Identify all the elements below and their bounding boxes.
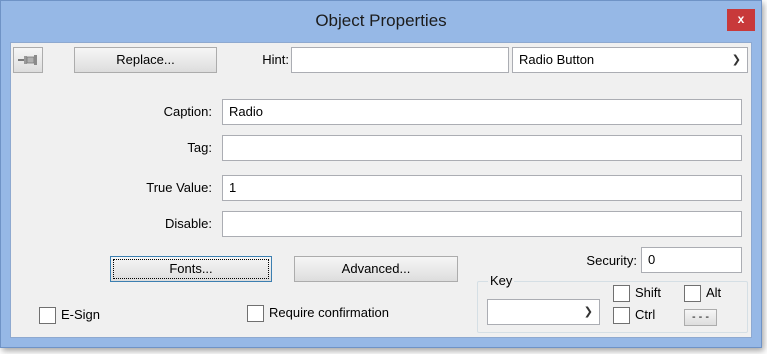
replace-button[interactable]: Replace... (74, 47, 217, 73)
key-select[interactable]: ❯ (487, 299, 600, 325)
disable-input[interactable] (222, 211, 742, 237)
caption-label: Caption: (163, 104, 212, 119)
ctrl-label: Ctrl (635, 307, 656, 322)
security-label: Security: (586, 253, 637, 268)
advanced-button[interactable]: Advanced... (294, 256, 458, 282)
close-button[interactable]: x (727, 9, 755, 31)
tag-input[interactable] (222, 135, 742, 161)
object-type-value: Radio Button (519, 52, 595, 67)
ctrl-checkbox[interactable] (613, 307, 630, 324)
shift-checkbox[interactable] (613, 285, 630, 302)
require-confirmation-checkbox[interactable] (247, 305, 264, 322)
esign-checkbox[interactable] (39, 307, 56, 324)
disable-label: Disable: (165, 216, 212, 231)
pushpin-icon (18, 55, 37, 65)
object-type-select[interactable]: Radio Button ❯ (512, 47, 748, 73)
true-value-input[interactable]: 1 (222, 175, 742, 201)
window-title: Object Properties (315, 11, 447, 30)
alt-label: Alt (706, 285, 722, 300)
object-properties-window: Object Properties x Replace... Hint: Rad… (0, 0, 762, 348)
esign-label: E-Sign (61, 307, 101, 322)
shift-label: Shift (635, 285, 662, 300)
chevron-down-icon: ❯ (731, 54, 741, 66)
fonts-button-label: Fonts... (113, 259, 269, 279)
tag-label: Tag: (187, 140, 212, 155)
true-value-label: True Value: (146, 180, 212, 195)
fonts-button[interactable]: Fonts... (110, 256, 272, 282)
caption-input[interactable]: Radio (222, 99, 742, 125)
alt-checkbox[interactable] (684, 285, 701, 302)
key-group-title: Key (488, 273, 515, 288)
hint-label: Hint: (262, 52, 289, 67)
dialog-body: Replace... Hint: Radio Button ❯ Caption:… (10, 42, 752, 338)
security-input[interactable]: 0 (641, 247, 742, 273)
pin-button[interactable] (13, 47, 43, 73)
require-confirmation-label: Require confirmation (269, 305, 389, 320)
hint-input[interactable] (291, 47, 509, 73)
chevron-down-icon: ❯ (583, 306, 593, 318)
key-more-button[interactable]: - - - (684, 309, 717, 326)
